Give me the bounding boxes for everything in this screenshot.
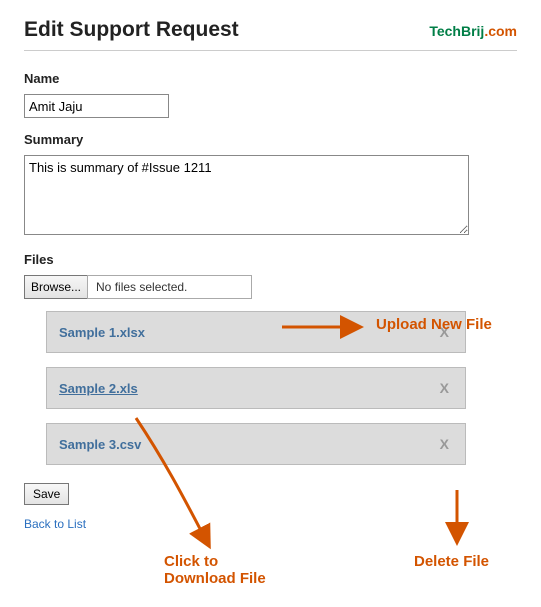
file-delete-button[interactable]: X bbox=[436, 380, 453, 396]
file-chooser-row: Browse... No files selected. bbox=[24, 275, 517, 299]
browse-button[interactable]: Browse... bbox=[24, 275, 87, 299]
file-download-link[interactable]: Sample 3.csv bbox=[59, 437, 141, 452]
file-chooser-status: No files selected. bbox=[87, 275, 252, 299]
file-item: Sample 1.xlsx X bbox=[46, 311, 466, 353]
file-list: Sample 1.xlsx X Sample 2.xls X Sample 3.csv X bbox=[46, 311, 466, 465]
back-to-list-link[interactable]: Back to List bbox=[24, 517, 86, 531]
file-item: Sample 2.xls X bbox=[46, 367, 466, 409]
file-item: Sample 3.csv X bbox=[46, 423, 466, 465]
save-button[interactable]: Save bbox=[24, 483, 69, 505]
brand-main: TechBrij bbox=[429, 23, 484, 39]
file-download-link[interactable]: Sample 2.xls bbox=[59, 381, 138, 396]
name-input[interactable] bbox=[24, 94, 169, 118]
summary-input[interactable]: This is summary of #Issue 1211 bbox=[24, 155, 469, 235]
brand-dot: .com bbox=[484, 23, 517, 39]
file-delete-button[interactable]: X bbox=[436, 436, 453, 452]
download-annotation: Click to Download File bbox=[164, 553, 266, 587]
page-title: Edit Support Request bbox=[24, 18, 239, 42]
file-download-link[interactable]: Sample 1.xlsx bbox=[59, 325, 145, 340]
delete-annotation: Delete File bbox=[414, 553, 489, 570]
brand-logo: TechBrij.com bbox=[429, 23, 517, 39]
files-label: Files bbox=[24, 252, 517, 267]
delete-arrow-icon bbox=[445, 488, 469, 550]
file-delete-button[interactable]: X bbox=[436, 324, 453, 340]
summary-label: Summary bbox=[24, 132, 517, 147]
header-row: Edit Support Request TechBrij.com bbox=[24, 18, 517, 51]
name-label: Name bbox=[24, 71, 517, 86]
page-container: Edit Support Request TechBrij.com Name S… bbox=[24, 18, 517, 531]
